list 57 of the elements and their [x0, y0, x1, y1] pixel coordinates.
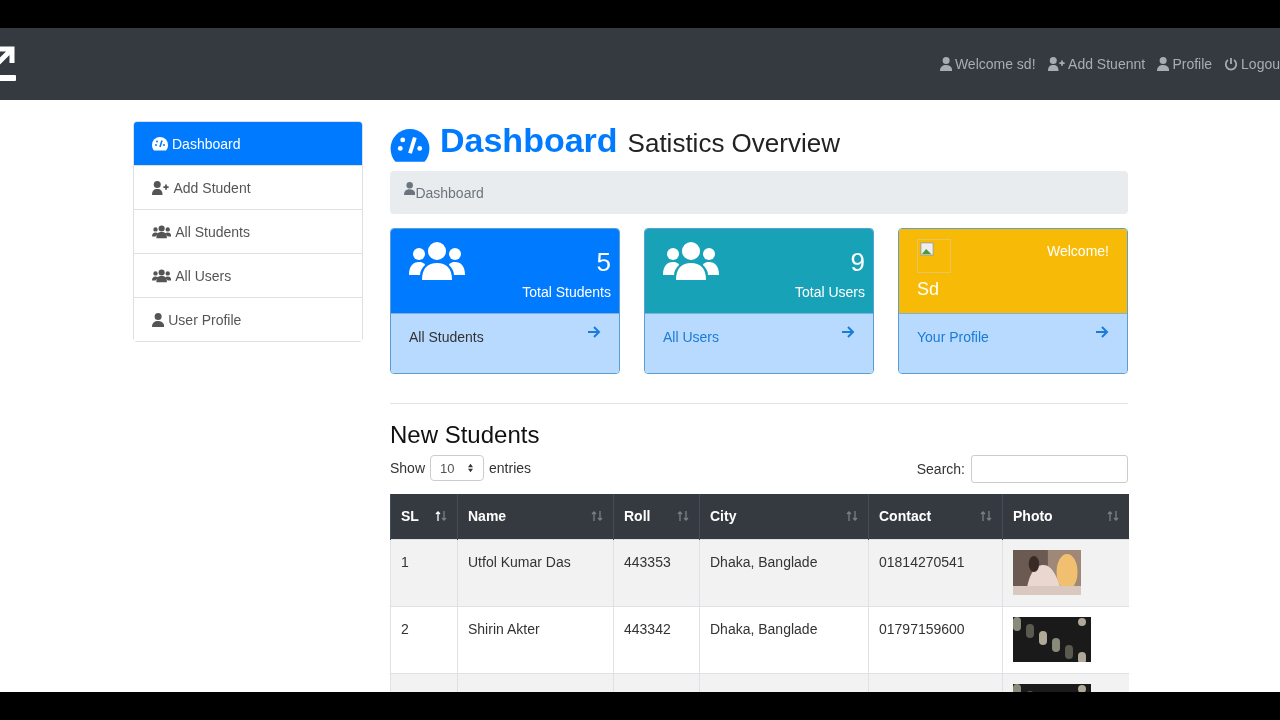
users-icon — [663, 241, 719, 281]
nav-link[interactable]: Logou — [1224, 56, 1280, 72]
users-icon — [152, 268, 172, 283]
stat-label: Total Students — [522, 284, 611, 300]
user-icon — [939, 57, 952, 71]
users-icon — [152, 224, 172, 239]
gauge-icon — [152, 136, 168, 151]
power-icon — [1224, 57, 1239, 71]
logo-icon[interactable] — [0, 45, 18, 83]
table-cell: Shirin Akter — [468, 620, 540, 637]
column-header[interactable]: Roll — [613, 494, 700, 539]
column-header[interactable]: Photo — [1002, 494, 1129, 539]
user-icon — [1157, 57, 1170, 71]
section-title: New Students — [390, 421, 541, 449]
table-cell: 443342 — [624, 620, 671, 637]
nav-link[interactable]: Welcome sd! — [939, 56, 1036, 72]
entries-select[interactable]: 10 — [430, 455, 485, 481]
column-header[interactable]: City — [699, 494, 869, 539]
card-link[interactable]: All Students — [391, 313, 619, 373]
page-subtitle: Satistics Overview — [627, 128, 840, 159]
stat-value: 9 — [850, 247, 865, 278]
broken-image-icon — [917, 239, 951, 273]
stat-label: Total Users — [794, 284, 865, 300]
page-title: Dashboard — [440, 121, 618, 160]
search-label: Search: — [916, 461, 965, 477]
user-name: Sd — [917, 279, 941, 300]
gauge-icon — [390, 129, 430, 163]
user-icon — [404, 182, 416, 195]
arrow-right-icon — [841, 325, 855, 339]
nav-link[interactable]: Add Stuennt — [1047, 56, 1146, 72]
show-label: Show — [390, 460, 426, 476]
stat-value: 5 — [596, 247, 611, 278]
updown-icon — [467, 463, 475, 473]
table-cell: 2 — [401, 620, 409, 637]
column-header[interactable]: SL — [390, 494, 458, 539]
entries-label: entries — [489, 460, 532, 476]
arrow-right-icon — [587, 325, 601, 339]
nav-link[interactable]: Profile — [1157, 56, 1213, 72]
users-icon — [409, 241, 465, 281]
table-cell: 01814270541 — [879, 553, 965, 570]
user-plus-icon — [152, 180, 170, 195]
user-icon — [152, 312, 165, 327]
welcome-text: Welcome! — [1047, 242, 1110, 261]
table-cell: 01797159600 — [879, 620, 965, 637]
table-cell: Dhaka, Banglade — [710, 620, 818, 637]
search-field[interactable] — [971, 455, 1128, 483]
breadcrumb-item[interactable]: Dashboard — [415, 184, 484, 201]
table-cell: Utfol Kumar Das — [468, 553, 571, 570]
user-plus-icon — [1047, 57, 1066, 71]
column-header[interactable]: Contact — [868, 494, 1003, 539]
sidebar-item[interactable]: Dashboard — [134, 122, 362, 165]
arrow-right-icon — [1095, 325, 1109, 339]
table-cell: 443353 — [624, 553, 671, 570]
table-cell: Dhaka, Banglade — [710, 553, 818, 570]
sidebar-item[interactable]: User Profile — [134, 297, 362, 341]
table-cell: 1 — [401, 553, 409, 570]
column-header[interactable]: Name — [457, 494, 614, 539]
